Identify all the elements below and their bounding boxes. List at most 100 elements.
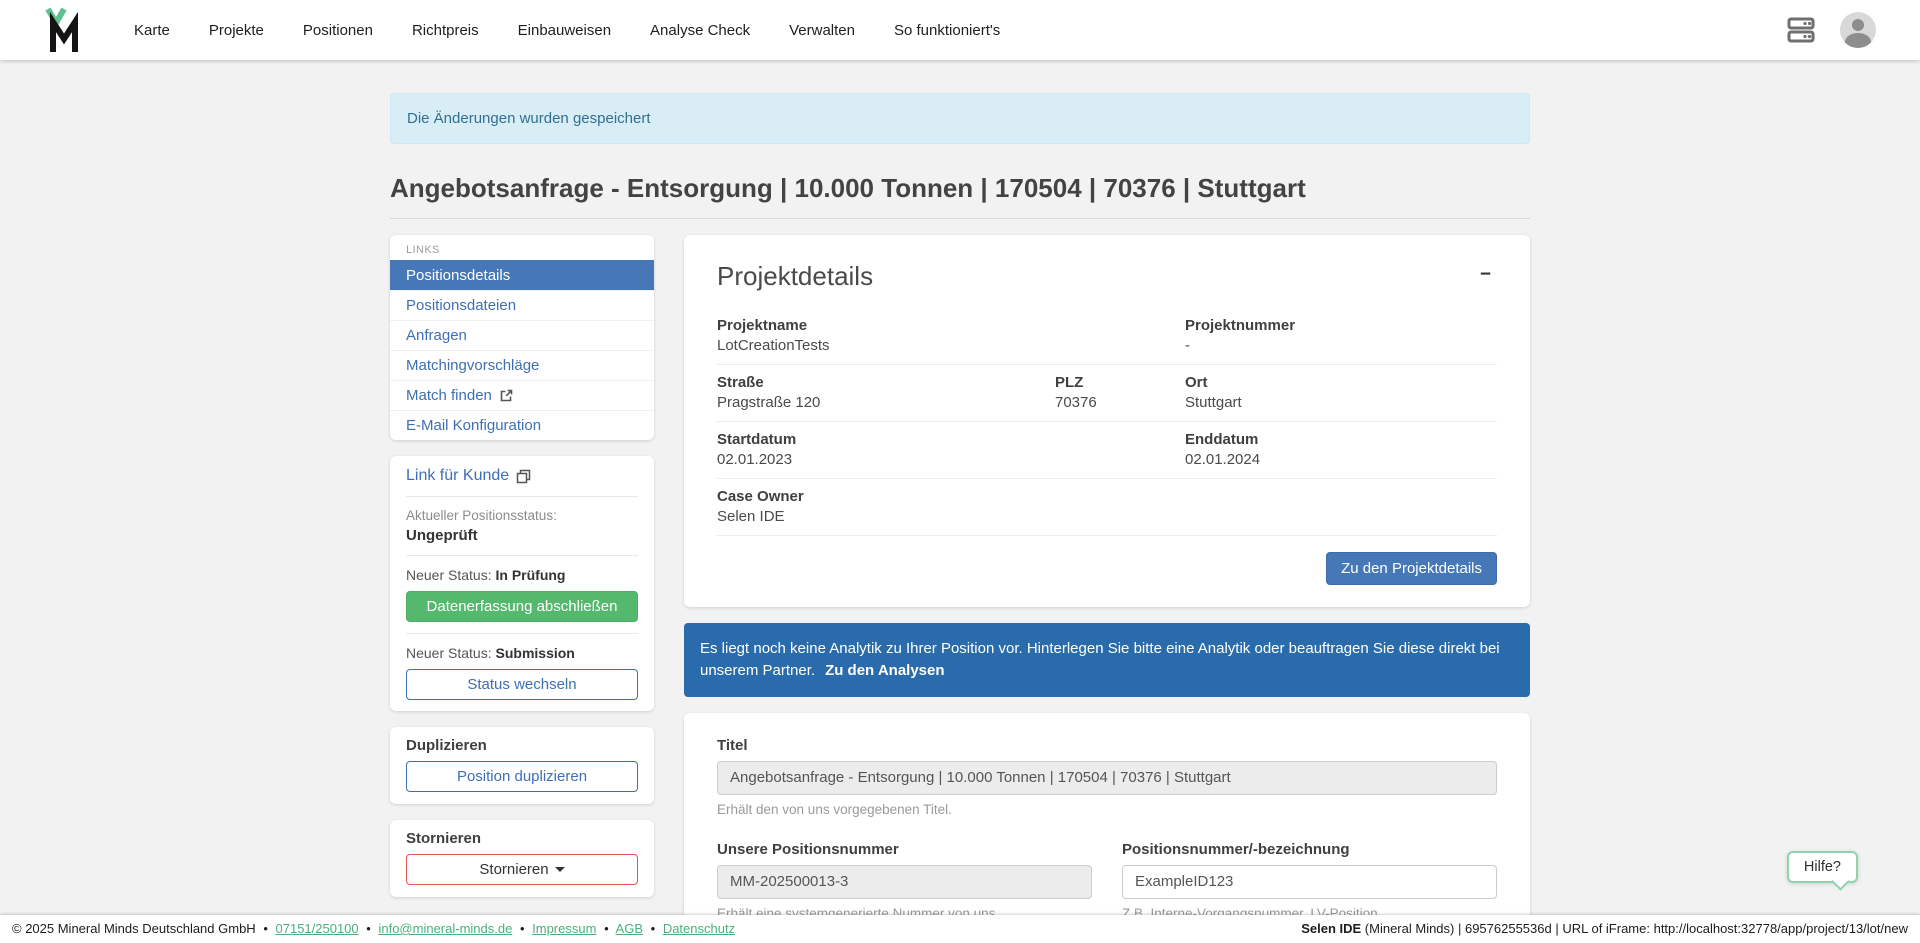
status-panel: Link für Kunde Aktueller Positionsstatus… xyxy=(390,456,654,711)
field-plz: PLZ 70376 xyxy=(1055,374,1185,411)
nav-item-so-funktionierts[interactable]: So funktioniert's xyxy=(894,22,1000,39)
field-value: - xyxy=(1185,337,1497,354)
sidebar-item-label: Match finden xyxy=(406,387,492,404)
sidebar-item-label: Positionsdateien xyxy=(406,297,516,314)
mineral-minds-logo-icon[interactable] xyxy=(40,6,86,54)
field-label: Startdatum xyxy=(717,431,1055,448)
footer-separator: • xyxy=(520,921,525,936)
dns-server-icon[interactable] xyxy=(1786,17,1816,43)
footer-copyright: © 2025 Mineral Minds Deutschland GmbH xyxy=(12,921,256,936)
footer-session-info: Selen IDE (Mineral Minds) | 69576255536d… xyxy=(1301,921,1908,936)
alert-text: Die Änderungen wurden gespeichert xyxy=(407,110,651,127)
user-avatar-icon[interactable] xyxy=(1840,12,1876,48)
nav-item-analyse-check[interactable]: Analyse Check xyxy=(650,22,750,39)
footer-separator: • xyxy=(604,921,609,936)
project-details-fields: Projektname LotCreationTests Projektnumm… xyxy=(717,308,1497,536)
project-details-card: Projektdetails − Projektname LotCreation… xyxy=(684,235,1530,607)
nav-item-projekte[interactable]: Projekte xyxy=(209,22,264,39)
title-field-label: Titel xyxy=(717,737,1497,754)
page-content: Die Änderungen wurden gespeichert Angebo… xyxy=(0,60,1920,943)
field-value: 02.01.2023 xyxy=(717,451,1055,468)
field-value: Stuttgart xyxy=(1185,394,1497,411)
external-link-icon xyxy=(500,389,513,402)
sidebar-item-email-konfiguration[interactable]: E-Mail Konfiguration xyxy=(390,410,654,440)
field-enddatum: Enddatum 02.01.2024 xyxy=(1185,431,1497,468)
field-row: Projektname LotCreationTests Projektnumm… xyxy=(717,308,1497,365)
field-value: Selen IDE xyxy=(717,508,1055,525)
footer-separator: • xyxy=(651,921,656,936)
field-value: Pragstraße 120 xyxy=(717,394,1055,411)
page-title: Angebotsanfrage - Entsorgung | 10.000 To… xyxy=(390,173,1530,204)
footer-link-phone[interactable]: 07151/250100 xyxy=(276,921,359,936)
field-value: 70376 xyxy=(1055,394,1185,411)
sidebar-item-positionsdateien[interactable]: Positionsdateien xyxy=(390,290,654,320)
field-startdatum: Startdatum 02.01.2023 xyxy=(717,431,1055,468)
position-number-label: Positionsnummer/-bezeichnung xyxy=(1122,841,1497,858)
field-row: Startdatum 02.01.2023 Enddatum 02.01.202… xyxy=(717,422,1497,479)
position-number-input[interactable] xyxy=(1122,865,1497,899)
footer-link-datenschutz[interactable]: Datenschutz xyxy=(663,921,735,936)
top-navigation-bar: Karte Projekte Positionen Richtpreis Ein… xyxy=(0,0,1920,60)
current-status-row: Aktueller Positionsstatus: Ungeprüft xyxy=(406,497,638,556)
avatar-head xyxy=(1852,19,1864,31)
sidebar-item-match-finden[interactable]: Match finden xyxy=(390,380,654,410)
our-position-number-label: Unsere Positionsnummer xyxy=(717,841,1092,858)
duplicate-position-button[interactable]: Position duplizieren xyxy=(406,761,638,792)
field-label: Projektnummer xyxy=(1185,317,1497,334)
cancel-dropdown-button[interactable]: Stornieren xyxy=(406,854,638,885)
caret-down-icon xyxy=(555,867,565,872)
nav-item-positionen[interactable]: Positionen xyxy=(303,22,373,39)
next-status-pruefung-row: Neuer Status: In Prüfung Datenerfassung … xyxy=(406,556,638,634)
footer-user-name: Selen IDE xyxy=(1301,921,1361,936)
cancel-button-label: Stornieren xyxy=(479,861,548,878)
field-label: Projektname xyxy=(717,317,1055,334)
field-value: 02.01.2024 xyxy=(1185,451,1497,468)
footer-session-details: (Mineral Minds) | 69576255536d | URL of … xyxy=(1361,921,1908,936)
next-status-submission-row: Neuer Status: Submission Status wechseln xyxy=(406,634,638,711)
footer-separator: • xyxy=(366,921,371,936)
switch-status-button[interactable]: Status wechseln xyxy=(406,669,638,700)
title-input xyxy=(717,761,1497,795)
current-status-value: Ungeprüft xyxy=(406,527,638,544)
help-button[interactable]: Hilfe? xyxy=(1787,851,1858,883)
go-to-analyses-link[interactable]: Zu den Analysen xyxy=(825,662,944,679)
duplicate-heading: Duplizieren xyxy=(406,737,638,754)
sidebar-item-label: Anfragen xyxy=(406,327,467,344)
customer-link[interactable]: Link für Kunde xyxy=(406,467,531,485)
complete-data-entry-button[interactable]: Datenerfassung abschließen xyxy=(406,591,638,622)
field-label: Enddatum xyxy=(1185,431,1497,448)
footer-separator: • xyxy=(263,921,268,936)
analytics-info-banner: Es liegt noch keine Analytik zu Ihrer Po… xyxy=(684,623,1530,697)
position-form-card: Titel Erhält den von uns vorgegebenen Ti… xyxy=(684,713,1530,943)
nav-right-icons xyxy=(1786,12,1876,48)
nav-item-karte[interactable]: Karte xyxy=(134,22,170,39)
collapse-card-button[interactable]: − xyxy=(1474,261,1497,288)
cancel-panel: Stornieren Stornieren xyxy=(390,820,654,897)
next-status-label: Neuer Status: xyxy=(406,645,496,661)
sidebar-item-label: Matchingvorschläge xyxy=(406,357,539,374)
sidebar-item-anfragen[interactable]: Anfragen xyxy=(390,320,654,350)
footer-link-agb[interactable]: AGB xyxy=(616,921,643,936)
duplicate-panel: Duplizieren Position duplizieren xyxy=(390,727,654,804)
sidebar-item-label: Positionsdetails xyxy=(406,267,510,284)
nav-item-verwalten[interactable]: Verwalten xyxy=(789,22,855,39)
field-label: Straße xyxy=(717,374,1055,391)
field-projektnummer: Projektnummer - xyxy=(1185,317,1497,354)
next-status-value: Submission xyxy=(496,645,575,661)
cancel-heading: Stornieren xyxy=(406,830,638,847)
sidebar: LINKS Positionsdetails Positionsdateien … xyxy=(390,235,654,913)
go-to-project-details-button[interactable]: Zu den Projektdetails xyxy=(1326,552,1497,585)
footer-link-impressum[interactable]: Impressum xyxy=(532,921,596,936)
sidebar-item-matchingvorschlaege[interactable]: Matchingvorschläge xyxy=(390,350,654,380)
sidebar-item-positionsdetails[interactable]: Positionsdetails xyxy=(390,260,654,290)
next-status-value: In Prüfung xyxy=(496,567,566,583)
our-position-number-input xyxy=(717,865,1092,899)
field-projektname: Projektname LotCreationTests xyxy=(717,317,1055,354)
field-case-owner: Case Owner Selen IDE xyxy=(717,488,1055,525)
current-status-label: Aktueller Positionsstatus: xyxy=(406,508,638,523)
field-label: PLZ xyxy=(1055,374,1185,391)
nav-item-einbauweisen[interactable]: Einbauweisen xyxy=(518,22,611,39)
footer-link-email[interactable]: info@mineral-minds.de xyxy=(378,921,512,936)
nav-item-richtpreis[interactable]: Richtpreis xyxy=(412,22,479,39)
field-label: Case Owner xyxy=(717,488,1055,505)
